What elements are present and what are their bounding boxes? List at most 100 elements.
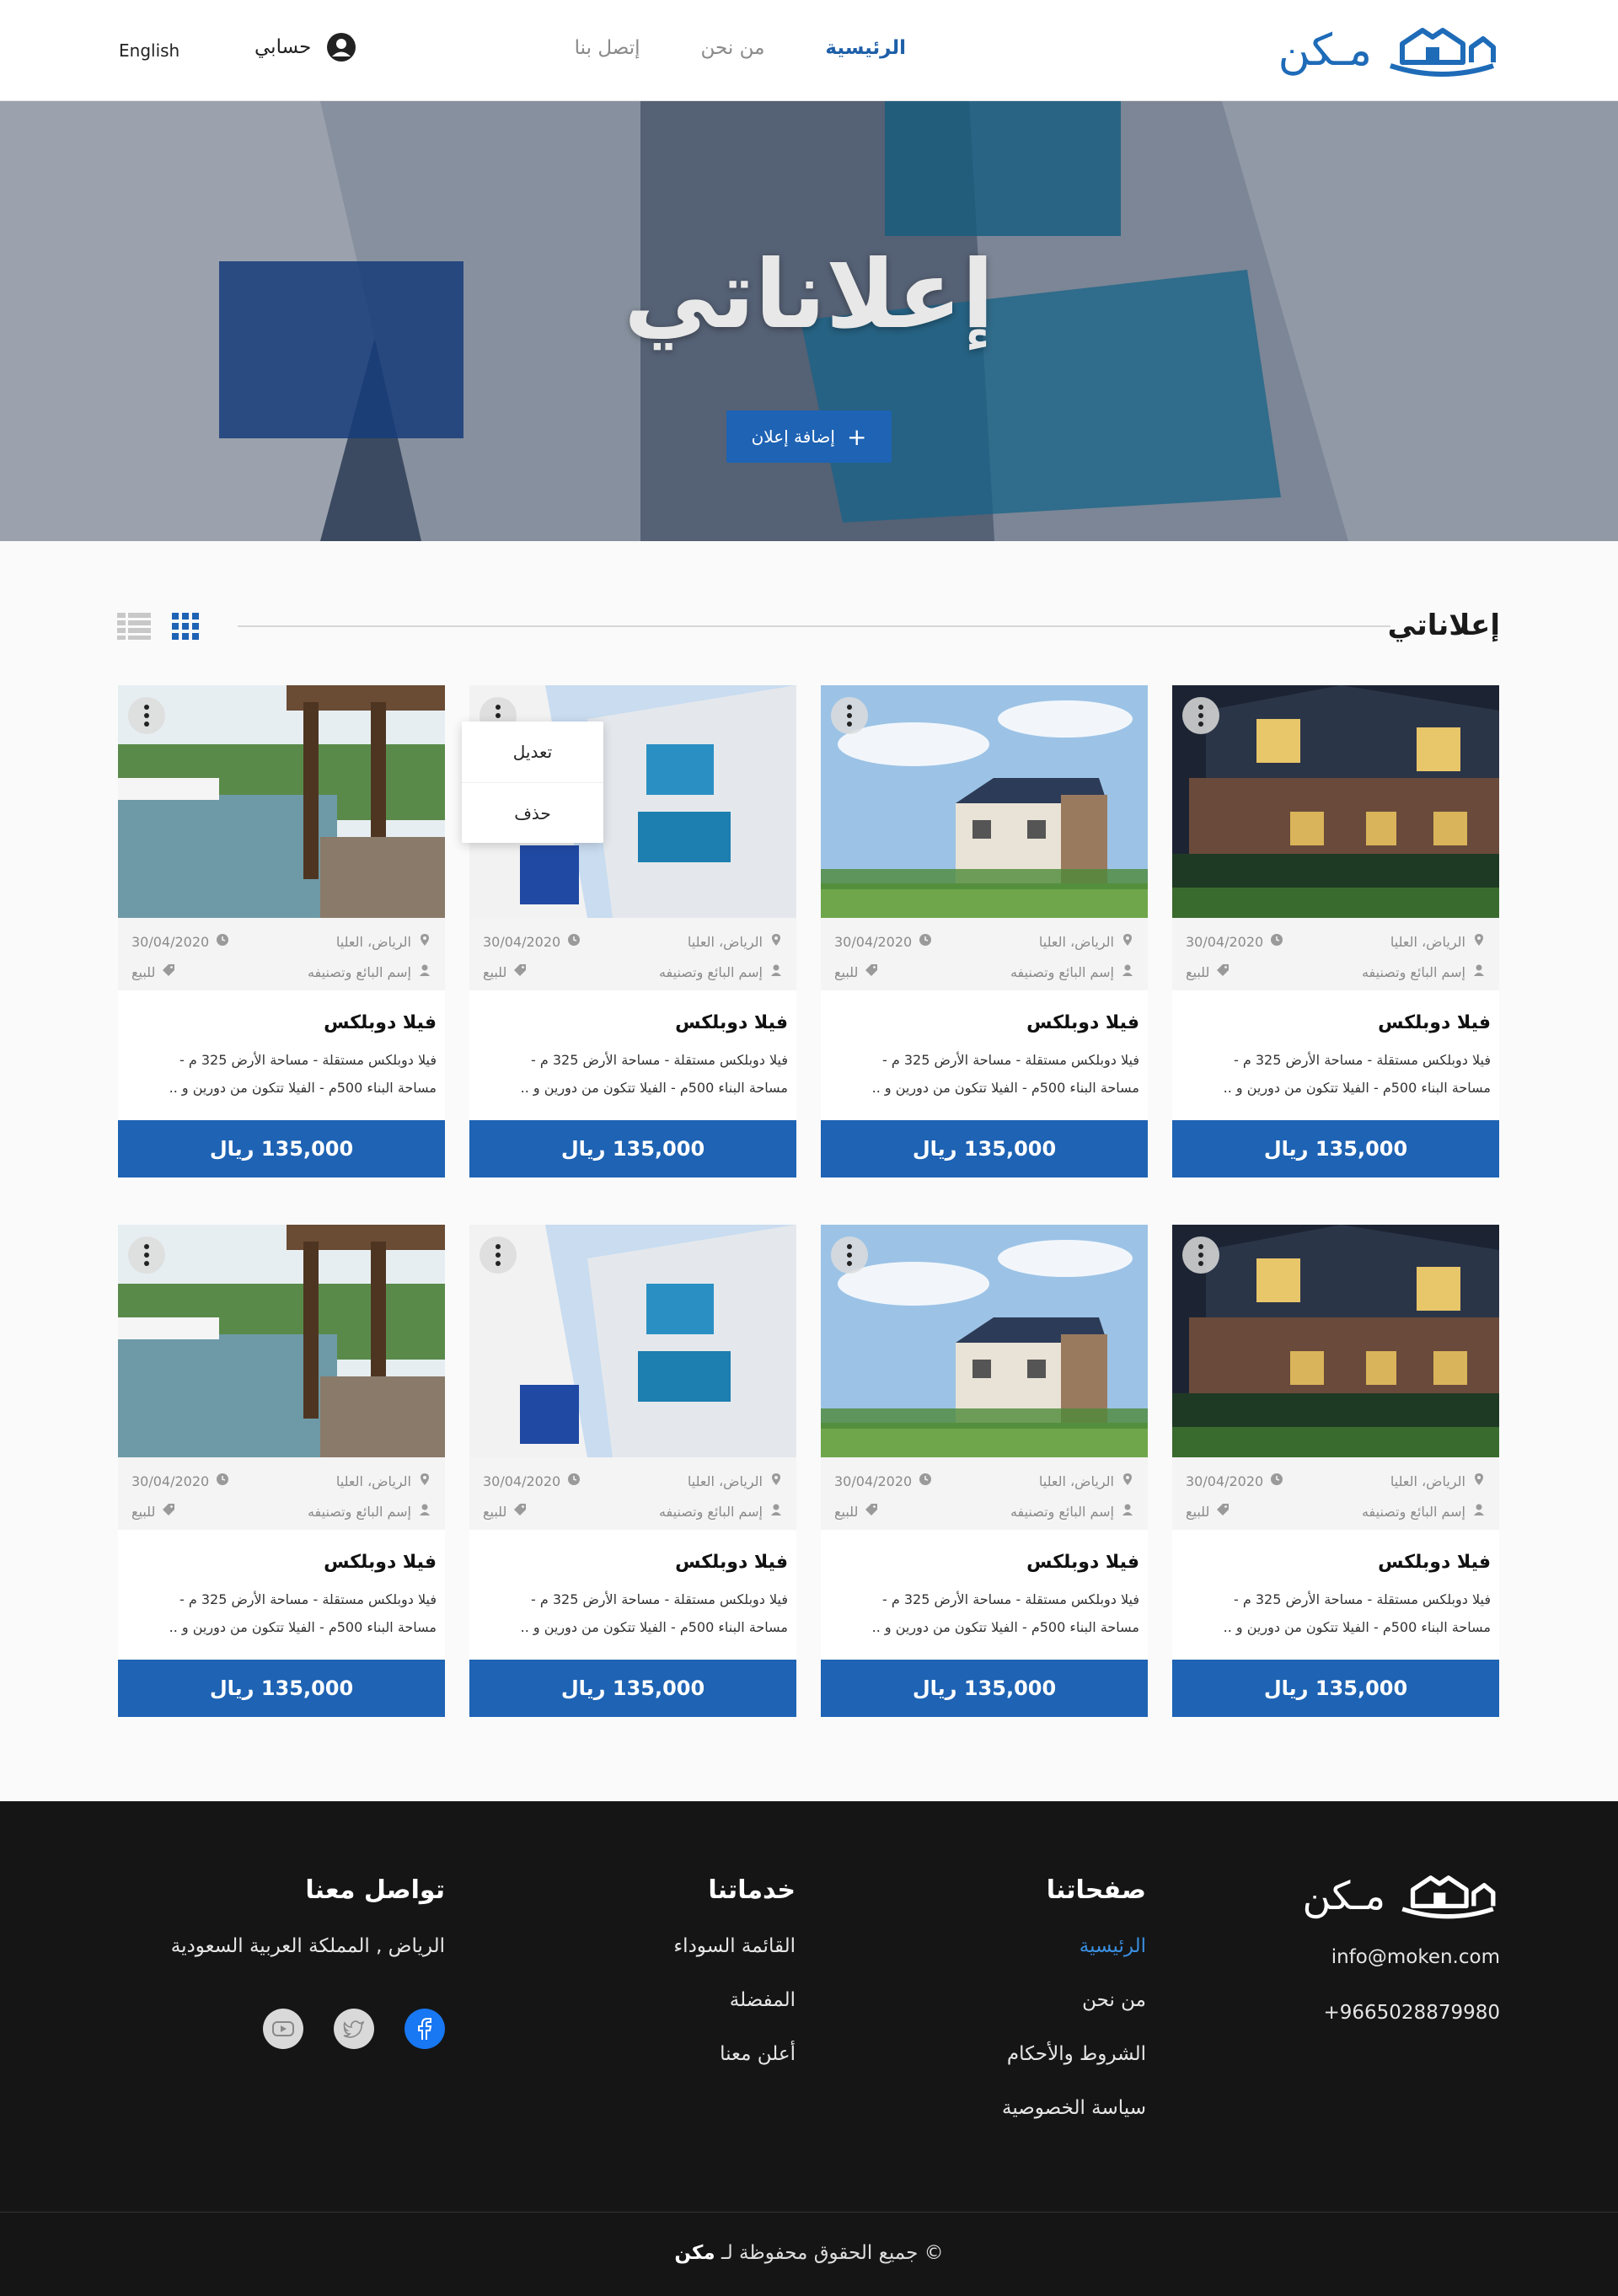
ad-location: الرياض، العليا — [336, 933, 431, 950]
ad-status-text: للبيع — [131, 1503, 156, 1520]
user-icon — [769, 963, 783, 980]
footer-pages-title: صفحاتنا — [1046, 1875, 1146, 1905]
ad-price-button[interactable]: 135,000 ريال — [118, 1660, 445, 1717]
edit-menu-item[interactable]: تعديل — [462, 722, 603, 782]
ad-status: للبيع — [1186, 1503, 1230, 1520]
clock-icon — [919, 933, 932, 950]
footer-phone[interactable]: +9665028879980 — [1323, 2002, 1500, 2024]
logo-text: مـكن — [1278, 25, 1372, 76]
ad-image[interactable] — [1172, 1225, 1499, 1457]
nav-link-about[interactable]: من نحن — [701, 37, 765, 59]
delete-menu-item[interactable]: حذف — [462, 782, 603, 843]
ad-title[interactable]: فيلا دوبلكس — [324, 1012, 437, 1033]
tag-icon — [513, 963, 527, 980]
ad-card[interactable]: الرياض، العليا 30/04/2020 إسم البائع وتص… — [118, 685, 445, 1178]
footer-email[interactable]: info@moken.com — [1323, 1946, 1500, 1968]
ad-date-text: 30/04/2020 — [131, 1473, 210, 1489]
ad-title[interactable]: فيلا دوبلكس — [1026, 1552, 1139, 1573]
account-menu[interactable]: حسابي — [254, 32, 356, 62]
more-options-icon[interactable] — [128, 1237, 165, 1274]
ad-image[interactable] — [821, 1225, 1148, 1457]
location-pin-icon — [1472, 933, 1486, 950]
ad-price-button[interactable]: 135,000 ريال — [469, 1120, 796, 1178]
ad-image[interactable] — [118, 1225, 445, 1457]
more-options-icon[interactable] — [1182, 1237, 1219, 1274]
tag-icon — [513, 1503, 527, 1520]
list-view-icon[interactable] — [117, 613, 151, 640]
ad-description: فيلا دوبلكس مستقلة - مساحة الأرض 325 م -… — [133, 1585, 437, 1641]
ad-seller: إسم البائع وتصنيفه — [659, 1503, 783, 1520]
more-options-icon[interactable] — [1182, 697, 1219, 734]
add-ad-button[interactable]: + إضافة إعلان — [726, 410, 892, 463]
ad-location: الرياض، العليا — [688, 933, 783, 950]
ad-price-button[interactable]: 135,000 ريال — [821, 1120, 1148, 1178]
ad-image[interactable] — [118, 685, 445, 918]
ad-price-button[interactable]: 135,000 ريال — [469, 1660, 796, 1717]
ad-price-button[interactable]: 135,000 ريال — [1172, 1120, 1499, 1178]
ad-seller: إسم البائع وتصنيفه — [1362, 963, 1486, 980]
twitter-icon[interactable] — [334, 2009, 374, 2049]
ad-date: 30/04/2020 — [483, 933, 581, 950]
ad-date-text: 30/04/2020 — [131, 933, 210, 950]
footer-contact-info: info@moken.com +9665028879980 — [1323, 1946, 1500, 2057]
ad-status: للبيع — [483, 963, 527, 980]
ad-card[interactable]: الرياض، العليا 30/04/2020 إسم البائع وتص… — [1172, 685, 1499, 1178]
clock-icon — [567, 933, 581, 950]
nav-link-home[interactable]: الرئيسية — [825, 37, 906, 59]
ad-card[interactable]: الرياض، العليا 30/04/2020 إسم البائع وتص… — [821, 1225, 1148, 1717]
ad-card[interactable]: الرياض، العليا 30/04/2020 إسم البائع وتص… — [118, 1225, 445, 1717]
grid-view-icon[interactable] — [172, 613, 199, 640]
ad-title[interactable]: فيلا دوبلكس — [1026, 1012, 1139, 1033]
ad-description-line: فيلا دوبلكس مستقلة - مساحة الأرض 325 م - — [881, 1591, 1139, 1607]
ad-location-text: الرياض، العليا — [1390, 1473, 1465, 1489]
ad-title[interactable]: فيلا دوبلكس — [1378, 1012, 1491, 1033]
more-options-icon[interactable] — [831, 1237, 868, 1274]
ad-title[interactable]: فيلا دوبلكس — [675, 1012, 788, 1033]
ad-status-text: للبيع — [1186, 963, 1210, 980]
footer-logo[interactable]: مـكن — [1302, 1870, 1500, 1921]
ad-status-text: للبيع — [483, 1503, 507, 1520]
ad-card[interactable]: الرياض، العليا 30/04/2020 إسم البائع وتص… — [821, 685, 1148, 1178]
footer-link-about[interactable]: من نحن — [1002, 1989, 1146, 2011]
nav-link-contact[interactable]: إتصل بنا — [575, 37, 640, 59]
ad-description-line: فيلا دوبلكس مستقلة - مساحة الأرض 325 م - — [179, 1052, 437, 1068]
ad-date: 30/04/2020 — [483, 1473, 581, 1489]
ad-price-button[interactable]: 135,000 ريال — [118, 1120, 445, 1178]
youtube-icon[interactable] — [263, 2009, 303, 2049]
ad-image[interactable] — [1172, 685, 1499, 918]
ad-card[interactable]: الرياض، العليا 30/04/2020 إسم البائع وتص… — [1172, 1225, 1499, 1717]
ad-price-button[interactable]: 135,000 ريال — [1172, 1660, 1499, 1717]
more-options-icon[interactable] — [128, 697, 165, 734]
ad-title[interactable]: فيلا دوبلكس — [1378, 1552, 1491, 1573]
footer-link-home[interactable]: الرئيسية — [1002, 1935, 1146, 1957]
footer-link-privacy[interactable]: سياسة الخصوصية — [1002, 2097, 1146, 2119]
ad-status: للبيع — [131, 1503, 175, 1520]
ad-location: الرياض، العليا — [688, 1473, 783, 1489]
more-options-icon[interactable] — [480, 1237, 517, 1274]
ad-price-button[interactable]: 135,000 ريال — [821, 1660, 1148, 1717]
ad-image[interactable] — [469, 1225, 796, 1457]
ad-description-line: مساحة البناء 500م - الفيلا تتكون من دوري… — [1223, 1080, 1491, 1096]
footer-link-terms[interactable]: الشروط والأحكام — [1002, 2043, 1146, 2065]
footer-link-blacklist[interactable]: القائمة السوداء — [673, 1935, 796, 1957]
ad-image[interactable] — [821, 685, 1148, 918]
footer-link-advertise[interactable]: أعلن معنا — [673, 2043, 796, 2065]
ad-title[interactable]: فيلا دوبلكس — [324, 1552, 437, 1573]
ad-card[interactable]: الرياض، العليا 30/04/2020 إسم البائع وتص… — [469, 1225, 796, 1717]
ad-description-line: فيلا دوبلكس مستقلة - مساحة الأرض 325 م - — [1233, 1052, 1491, 1068]
language-switch[interactable]: English — [119, 40, 179, 61]
ad-seller: إسم البائع وتصنيفه — [1010, 963, 1134, 980]
footer-link-favorites[interactable]: المفضلة — [673, 1989, 796, 2011]
ad-location-text: الرياض، العليا — [1038, 933, 1114, 950]
location-pin-icon — [1121, 933, 1134, 950]
logo[interactable]: مـكن — [1278, 22, 1500, 79]
ad-title[interactable]: فيلا دوبلكس — [675, 1552, 788, 1573]
footer-services-column: خدماتنا القائمة السوداء المفضلة أعلن معن… — [673, 1875, 796, 2097]
user-icon — [418, 963, 431, 980]
clock-icon — [1270, 933, 1283, 950]
facebook-icon[interactable] — [404, 2009, 445, 2049]
more-options-icon[interactable] — [831, 697, 868, 734]
ad-location: الرياض، العليا — [1039, 1473, 1134, 1489]
ad-date: 30/04/2020 — [834, 1473, 932, 1489]
ad-actions-menu: تعديل حذف — [462, 722, 603, 843]
